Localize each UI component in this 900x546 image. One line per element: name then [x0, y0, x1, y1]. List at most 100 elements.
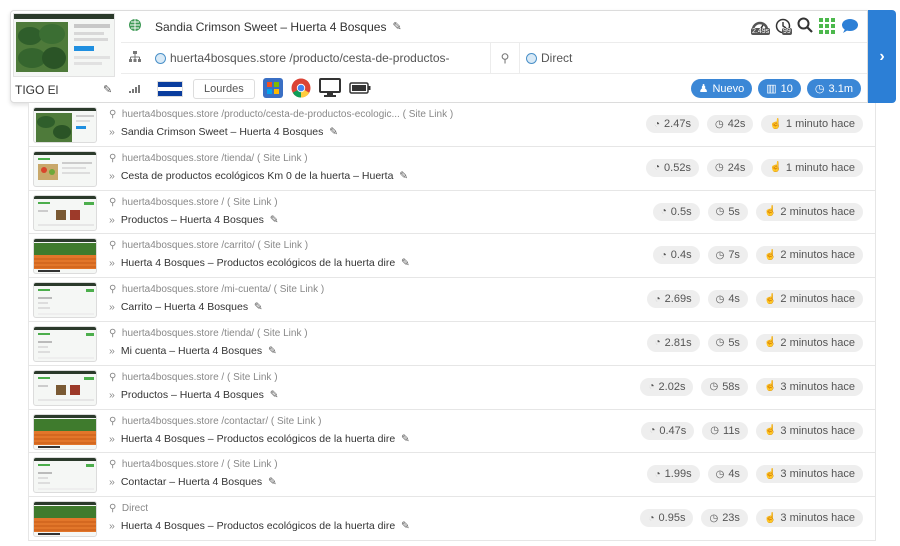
time-ago-badge: ☝ 1 minuto hace: [761, 158, 863, 177]
time-ago-value: 3 minutos hace: [780, 468, 855, 481]
pageview-thumbnail[interactable]: [33, 413, 97, 450]
pageview-link[interactable]: ⚲ huerta4bosques.store /carrito/ ( Site …: [109, 240, 308, 251]
pageview-title: » Carrito – Huerta 4 Bosques ✎: [109, 301, 263, 313]
pageview-row[interactable]: ⚲ Direct » Huerta 4 Bosques – Productos e…: [28, 497, 876, 541]
pageview-row[interactable]: ⚲ huerta4bosques.store /tienda/ ( Site L…: [28, 321, 876, 366]
edit-pencil-icon[interactable]: ✎: [103, 83, 112, 96]
windows-icon: [262, 77, 283, 101]
load-time-badge: ◔ 2.81s: [646, 333, 700, 352]
edit-pencil-icon[interactable]: ✎: [401, 433, 410, 445]
double-chevron-icon: »: [109, 213, 115, 226]
pageview-thumbnail[interactable]: [33, 282, 97, 319]
page-title: Sandia Crimson Sweet – Huerta 4 Bosques: [155, 19, 387, 34]
edit-pencil-icon[interactable]: ✎: [270, 214, 279, 226]
time-on-page-badge: ◷ 5s: [707, 202, 748, 221]
load-time-badge: ◔ 1.99s: [646, 465, 700, 484]
pageview-title-text: Carrito – Huerta 4 Bosques: [120, 301, 249, 314]
edit-title-icon[interactable]: ✎: [392, 20, 401, 33]
session-time-badge[interactable]: ◷ 3.1m: [806, 79, 861, 98]
time-on-page-badge: ◷ 23s: [701, 509, 748, 528]
referrer-source: Direct: [541, 51, 573, 65]
speed-gauge-icon: ◔: [653, 162, 661, 174]
pageview-thumbnail[interactable]: [33, 457, 97, 494]
globe-tree-icon: [121, 18, 149, 35]
pageview-thumbnail[interactable]: [33, 325, 97, 362]
pageview-link[interactable]: ⚲ huerta4bosques.store /mi-cuenta/ ( Sit…: [109, 284, 324, 295]
pageview-row[interactable]: ⚲ huerta4bosques.store / ( Site Link ) »…: [28, 365, 876, 410]
edit-pencil-icon[interactable]: ✎: [329, 126, 338, 138]
grid-icon[interactable]: [819, 17, 835, 37]
load-time-badge: ◔ 2.47s: [645, 115, 699, 133]
search-icon[interactable]: [797, 17, 813, 37]
pages-count-badge[interactable]: ▥ 10: [758, 79, 801, 98]
pageview-thumbnail[interactable]: [33, 194, 97, 231]
pointer-hand-icon: ☝: [763, 206, 777, 218]
person-icon: ♟: [698, 83, 709, 95]
pageview-link[interactable]: ⚲ huerta4bosques.store /contactar/ ( Sit…: [109, 416, 321, 427]
clock-icon: ◷: [715, 337, 725, 349]
new-visitor-badge[interactable]: ♟ Nuevo: [690, 79, 753, 98]
edit-pencil-icon[interactable]: ✎: [268, 476, 277, 488]
pageview-thumbnail[interactable]: [33, 238, 97, 275]
time-ago-value: 1 minuto hace: [785, 161, 855, 174]
load-time-value: 2.69s: [664, 293, 692, 306]
url-row: huerta4bosques.store /producto/cesta-de-…: [121, 42, 867, 74]
pageview-link[interactable]: ⚲ huerta4bosques.store / ( Site Link ): [109, 459, 278, 470]
clock-icon[interactable]: 99: [775, 18, 792, 37]
clock-icon: ◷: [709, 512, 719, 524]
edit-pencil-icon[interactable]: ✎: [401, 520, 410, 532]
pageview-row[interactable]: ⚲ huerta4bosques.store /carrito/ ( Site …: [28, 234, 876, 279]
pageview-row[interactable]: ⚲ huerta4bosques.store / ( Site Link ) »…: [28, 190, 876, 235]
edit-pencil-icon[interactable]: ✎: [268, 345, 277, 357]
pageview-url: huerta4bosques.store /carrito/ ( Site Li…: [121, 240, 309, 252]
time-ago-value: 3 minutos hace: [780, 424, 855, 437]
load-time-value: 0.5s: [670, 205, 692, 218]
pointer-hand-icon: ☝: [763, 249, 777, 261]
chat-icon[interactable]: [841, 18, 859, 37]
open-session-button[interactable]: ›: [868, 10, 896, 103]
pageview-row[interactable]: ⚲ huerta4bosques.store /tienda/ ( Site L…: [28, 146, 876, 191]
pageview-thumbnail[interactable]: [33, 150, 97, 187]
pageview-link[interactable]: ⚲ huerta4bosques.store /tienda/ ( Site L…: [109, 153, 308, 164]
pointer-hand-icon: ☝: [763, 512, 777, 524]
pageview-link[interactable]: ⚲ huerta4bosques.store / ( Site Link ): [109, 197, 278, 208]
pageview-title-text: Huerta 4 Bosques – Productos ecológicos …: [120, 257, 396, 270]
pageview-url: huerta4bosques.store / ( Site Link ): [121, 371, 278, 383]
edit-pencil-icon[interactable]: ✎: [254, 301, 263, 313]
time-on-page-value: 11s: [723, 424, 740, 437]
load-time-value: 0.52s: [664, 161, 691, 174]
load-time-value: 0.4s: [670, 249, 692, 262]
edit-pencil-icon[interactable]: ✎: [401, 257, 410, 269]
pageview-thumbnail[interactable]: [33, 107, 97, 143]
pageview-stats: ◔ 0.52s ◷ 24s ☝ 1 minuto hace: [645, 158, 863, 177]
pageview-link[interactable]: ⚲ Direct: [109, 503, 148, 514]
pageview-link[interactable]: ⚲ huerta4bosques.store / ( Site Link ): [109, 372, 278, 383]
edit-pencil-icon[interactable]: ✎: [270, 389, 279, 401]
pageview-row[interactable]: ⚲ huerta4bosques.store /producto/cesta-d…: [28, 103, 876, 147]
pageview-title-text: Sandia Crimson Sweet – Huerta 4 Bosques: [120, 126, 324, 138]
double-chevron-icon: »: [109, 344, 115, 357]
battery-icon: [349, 81, 371, 97]
double-chevron-icon: »: [109, 432, 115, 445]
pageview-row[interactable]: ⚲ huerta4bosques.store /contactar/ ( Sit…: [28, 409, 876, 454]
pageview-row[interactable]: ⚲ huerta4bosques.store /mi-cuenta/ ( Sit…: [28, 278, 876, 322]
pageview-thumbnail[interactable]: [33, 369, 97, 406]
page-screenshot-thumbnail[interactable]: [13, 13, 115, 77]
time-ago-value: 3 minutos hace: [780, 512, 855, 525]
pageview-thumbnail[interactable]: [33, 501, 97, 538]
edit-pencil-icon[interactable]: ✎: [399, 170, 408, 182]
pageview-url: huerta4bosques.store / ( Site Link ): [121, 459, 278, 471]
time-ago-value: 2 minutos hace: [780, 293, 855, 306]
pageview-title: » Contactar – Huerta 4 Bosques ✎: [109, 476, 277, 488]
speed-gauge-icon: ◔: [649, 425, 656, 437]
page-url[interactable]: huerta4bosques.store /producto/cesta-de-…: [170, 51, 490, 65]
speed-gauge-icon: ◔: [660, 249, 667, 261]
pageview-link[interactable]: ⚲ huerta4bosques.store /tienda/ ( Site L…: [109, 328, 308, 339]
pageview-row[interactable]: ⚲ huerta4bosques.store / ( Site Link ) »…: [28, 453, 876, 498]
pageview-url: huerta4bosques.store /producto/cesta-de-…: [121, 109, 454, 120]
pageview-link[interactable]: ⚲ huerta4bosques.store /producto/cesta-d…: [109, 109, 453, 120]
load-time-value: 0.95s: [658, 512, 686, 525]
speed-gauge-icon: ◔: [654, 293, 661, 305]
link-icon: ⚲: [109, 415, 117, 427]
speed-gauge-icon[interactable]: 2.49s: [751, 18, 771, 37]
